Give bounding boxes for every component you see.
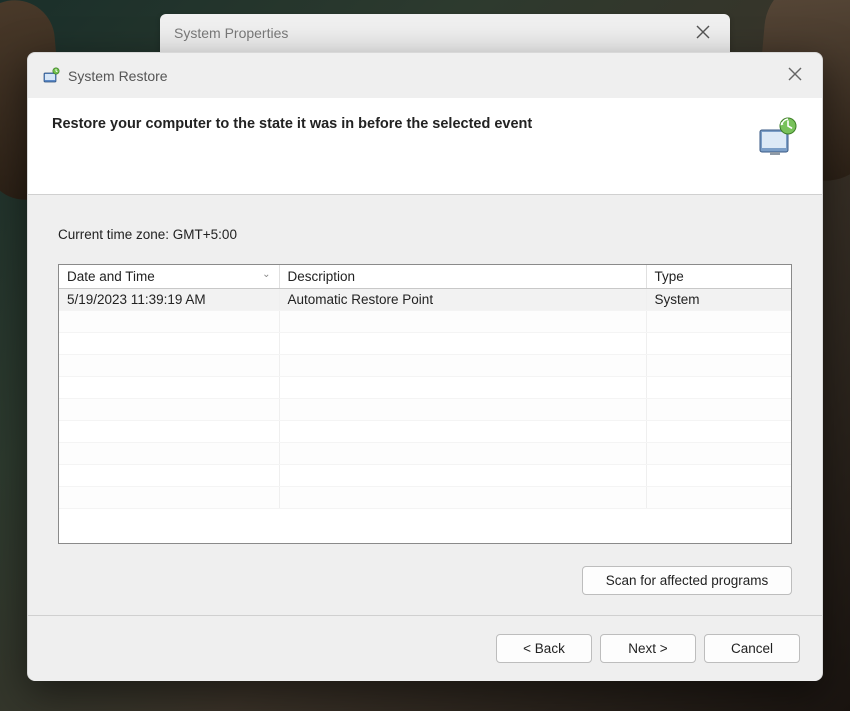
table-row <box>59 377 791 399</box>
table-row <box>59 421 791 443</box>
dialog-title: System Restore <box>68 68 782 84</box>
table-row <box>59 311 791 333</box>
table-row <box>59 399 791 421</box>
close-icon[interactable] <box>690 21 716 46</box>
dialog-header: Restore your computer to the state it wa… <box>28 98 822 195</box>
dialog-titlebar: System Restore <box>28 53 822 98</box>
dialog-footer: < Back Next > Cancel <box>28 615 822 681</box>
system-restore-dialog: System Restore Restore your computer to … <box>27 52 823 681</box>
system-restore-icon <box>756 116 798 158</box>
scan-row: Scan for affected programs <box>58 566 792 595</box>
column-header-type[interactable]: Type <box>646 265 791 289</box>
column-header-label: Date and Time <box>67 269 155 284</box>
next-button[interactable]: Next > <box>600 634 696 663</box>
table-row[interactable]: 5/19/2023 11:39:19 AM Automatic Restore … <box>59 289 791 311</box>
system-restore-icon <box>42 67 60 85</box>
timezone-label: Current time zone: GMT+5:00 <box>58 227 792 242</box>
table-row <box>59 487 791 509</box>
cell-type: System <box>646 289 791 311</box>
table-row <box>59 443 791 465</box>
cell-date: 5/19/2023 11:39:19 AM <box>59 289 279 311</box>
system-properties-title: System Properties <box>174 25 690 41</box>
column-header-label: Type <box>655 269 684 284</box>
column-header-label: Description <box>288 269 356 284</box>
close-icon[interactable] <box>782 63 808 88</box>
column-header-description[interactable]: Description <box>279 265 646 289</box>
cancel-button[interactable]: Cancel <box>704 634 800 663</box>
restore-points-table: Date and Time ⌄ Description Type 5/19/20… <box>58 264 792 544</box>
table-row <box>59 333 791 355</box>
system-properties-window: System Properties <box>160 14 730 52</box>
table-row <box>59 355 791 377</box>
back-button[interactable]: < Back <box>496 634 592 663</box>
dialog-body: Current time zone: GMT+5:00 Date and Tim… <box>28 195 822 615</box>
cell-description: Automatic Restore Point <box>279 289 646 311</box>
page-title: Restore your computer to the state it wa… <box>52 116 756 132</box>
column-header-date[interactable]: Date and Time ⌄ <box>59 265 279 289</box>
chevron-down-icon: ⌄ <box>262 269 270 280</box>
scan-affected-programs-button[interactable]: Scan for affected programs <box>582 566 792 595</box>
table-row <box>59 465 791 487</box>
